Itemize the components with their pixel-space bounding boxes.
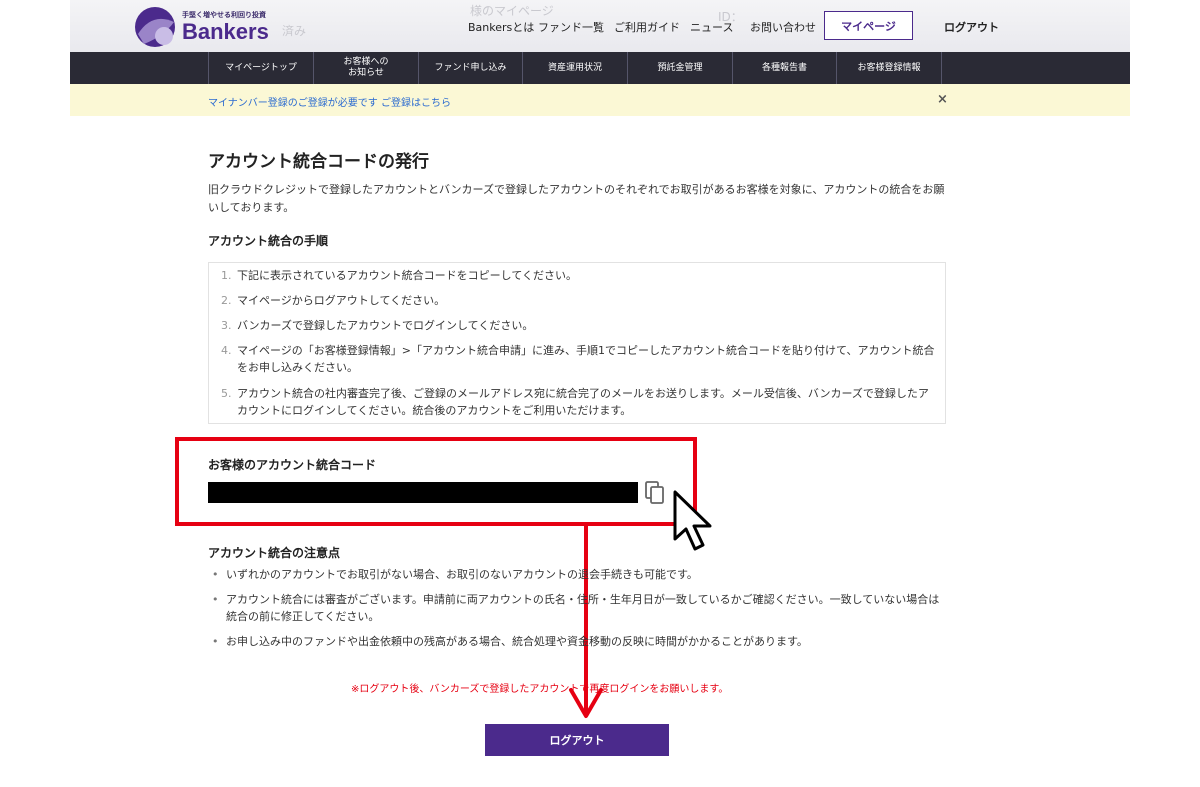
intro-text: 旧クラウドクレジットで登録したアカウントとバンカーズで登録したアカウントのそれぞ… xyxy=(208,183,945,214)
page-title: アカウント統合コードの発行 xyxy=(208,152,429,172)
bullet-icon: • xyxy=(212,635,219,648)
header-logout-link[interactable]: ログアウト xyxy=(944,19,999,35)
mynumber-register-link[interactable]: マイナンバー登録のご登録が必要です ご登録はこちら xyxy=(208,94,451,109)
mypage-subnav: マイページトップ お客様への お知らせ ファンド申し込み 資産運用状況 預託金管理… xyxy=(70,52,1130,84)
list-item: 2. マイページからログアウトしてください。 xyxy=(221,292,937,309)
subnav-reports[interactable]: 各種報告書 xyxy=(732,52,836,84)
site-header: 様のマイページ 済み ID： 手堅く増やせる利回り投資 Bankers Bank… xyxy=(70,0,1130,52)
header-ghost-text: 様のマイページ xyxy=(470,4,554,18)
list-item: 4. マイページの「お客様登録情報」>「アカウント統合申請」に進み、手順1でコピ… xyxy=(221,342,937,376)
nav-guide[interactable]: ご利用ガイド xyxy=(614,19,680,35)
mynumber-notice-bar: マイナンバー登録のご登録が必要です ご登録はこちら × xyxy=(70,84,1130,116)
steps-list: 1. 下記に表示されているアカウント統合コードをコピーしてください。 2. マイ… xyxy=(208,262,946,424)
nav-news[interactable]: ニュース xyxy=(690,19,733,35)
list-item: 3. バンカーズで登録したアカウントでログインしてください。 xyxy=(221,317,937,334)
relogin-notice: ※ログアウト後、バンカーズで登録したアカウントで再度ログインをお願いします。 xyxy=(351,684,729,695)
highlight-frame xyxy=(175,437,697,526)
bankers-logo[interactable]: 手堅く増やせる利回り投資 Bankers xyxy=(134,6,269,48)
close-icon[interactable]: × xyxy=(937,92,948,107)
subnav-notices[interactable]: お客様への お知らせ xyxy=(313,52,418,84)
step-text: バンカーズで登録したアカウントでログインしてください。 xyxy=(237,319,534,332)
subnav-mypage-top[interactable]: マイページトップ xyxy=(208,52,313,84)
step-text: アカウント統合の社内審査完了後、ご登録のメールアドレス宛に統合完了のメールをお送… xyxy=(237,387,929,417)
list-item: 1. 下記に表示されているアカウント統合コードをコピーしてください。 xyxy=(221,267,937,284)
bullet-icon: • xyxy=(212,593,219,606)
step-text: マイページからログアウトしてください。 xyxy=(237,294,446,307)
step-text: 下記に表示されているアカウント統合コードをコピーしてください。 xyxy=(237,269,578,282)
mypage-button[interactable]: マイページ xyxy=(824,11,913,40)
bullet-icon: • xyxy=(212,568,219,581)
subnav-asset-status[interactable]: 資産運用状況 xyxy=(522,52,627,84)
subnav-notices-label: お客様への お知らせ xyxy=(343,57,389,78)
step-number: 3. xyxy=(221,319,232,332)
note-text: アカウント統合には審査がございます。申請前に両アカウントの氏名・住所・生年月日が… xyxy=(226,593,940,623)
step-number: 1. xyxy=(221,269,232,282)
list-item: 5. アカウント統合の社内審査完了後、ご登録のメールアドレス宛に統合完了のメール… xyxy=(221,385,937,419)
nav-about[interactable]: Bankersとは xyxy=(468,19,534,35)
logout-button[interactable]: ログアウト xyxy=(485,724,669,756)
steps-heading: アカウント統合の手順 xyxy=(208,234,329,248)
step-number: 4. xyxy=(221,344,232,357)
logo-mark-icon xyxy=(135,7,175,47)
note-text: お申し込み中のファンドや出金依頼中の残高がある場合、統合処理や資金移動の反映に時… xyxy=(226,635,808,648)
nav-fund-list[interactable]: ファンド一覧 xyxy=(538,19,604,35)
list-item: • お申し込み中のファンドや出金依頼中の残高がある場合、統合処理や資金移動の反映… xyxy=(212,633,942,650)
subnav-fund-apply[interactable]: ファンド申し込み xyxy=(418,52,522,84)
step-text: マイページの「お客様登録情報」>「アカウント統合申請」に進み、手順1でコピーした… xyxy=(237,344,935,374)
mouse-cursor-icon xyxy=(673,490,712,551)
list-item: • いずれかのアカウントでお取引がない場合、お取引のないアカウントの退会手続きも… xyxy=(212,566,942,583)
subnav-deposit[interactable]: 預託金管理 xyxy=(627,52,732,84)
list-item: • アカウント統合には審査がございます。申請前に両アカウントの氏名・住所・生年月… xyxy=(212,591,942,625)
step-number: 5. xyxy=(221,387,232,400)
down-arrow-icon xyxy=(569,688,603,718)
note-text: いずれかのアカウントでお取引がない場合、お取引のないアカウントの退会手続きも可能… xyxy=(226,568,698,581)
logo-name: Bankers xyxy=(182,19,269,44)
subnav-customer-info[interactable]: お客様登録情報 xyxy=(836,52,942,84)
step-number: 2. xyxy=(221,294,232,307)
notes-heading: アカウント統合の注意点 xyxy=(208,546,341,560)
header-ghost-text: 済み xyxy=(282,24,307,38)
nav-contact[interactable]: お問い合わせ xyxy=(750,19,816,35)
